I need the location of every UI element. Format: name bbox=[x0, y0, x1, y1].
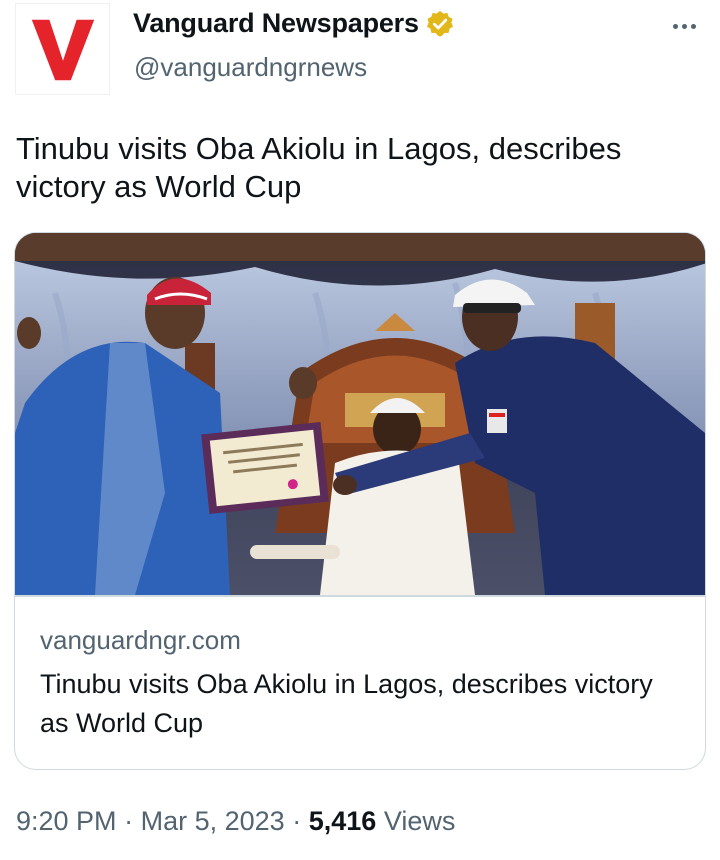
tweet-time[interactable]: 9:20 PM bbox=[16, 806, 117, 836]
name-row: Vanguard Newspapers bbox=[133, 8, 455, 39]
user-handle[interactable]: @vanguardngrnews bbox=[134, 52, 367, 83]
more-options-icon[interactable] bbox=[666, 8, 702, 44]
views-label: Views bbox=[383, 806, 456, 836]
tweet-header: Vanguard Newspapers @vanguardngrnews bbox=[0, 0, 720, 110]
avatar[interactable] bbox=[15, 3, 110, 95]
tweet-text: Tinubu visits Oba Akiolu in Lagos, descr… bbox=[16, 131, 622, 204]
link-card[interactable]: vanguardngr.com Tinubu visits Oba Akiolu… bbox=[14, 232, 706, 770]
verified-badge-icon bbox=[426, 10, 453, 36]
meta-separator: · bbox=[124, 806, 134, 836]
views-count[interactable]: 5,416 bbox=[309, 806, 377, 836]
card-domain: vanguardngr.com bbox=[40, 625, 241, 655]
tweet-date[interactable]: Mar 5, 2023 bbox=[141, 806, 285, 836]
card-divider bbox=[15, 595, 705, 597]
card-title: Tinubu visits Oba Akiolu in Lagos, descr… bbox=[40, 669, 653, 738]
vanguard-logo-icon bbox=[31, 19, 94, 81]
tweet-meta: 9:20 PM · Mar 5, 2023 · 5,416 Views bbox=[16, 806, 455, 837]
display-name[interactable]: Vanguard Newspapers bbox=[133, 8, 419, 39]
meta-separator: · bbox=[292, 806, 302, 836]
card-image[interactable] bbox=[15, 233, 705, 595]
